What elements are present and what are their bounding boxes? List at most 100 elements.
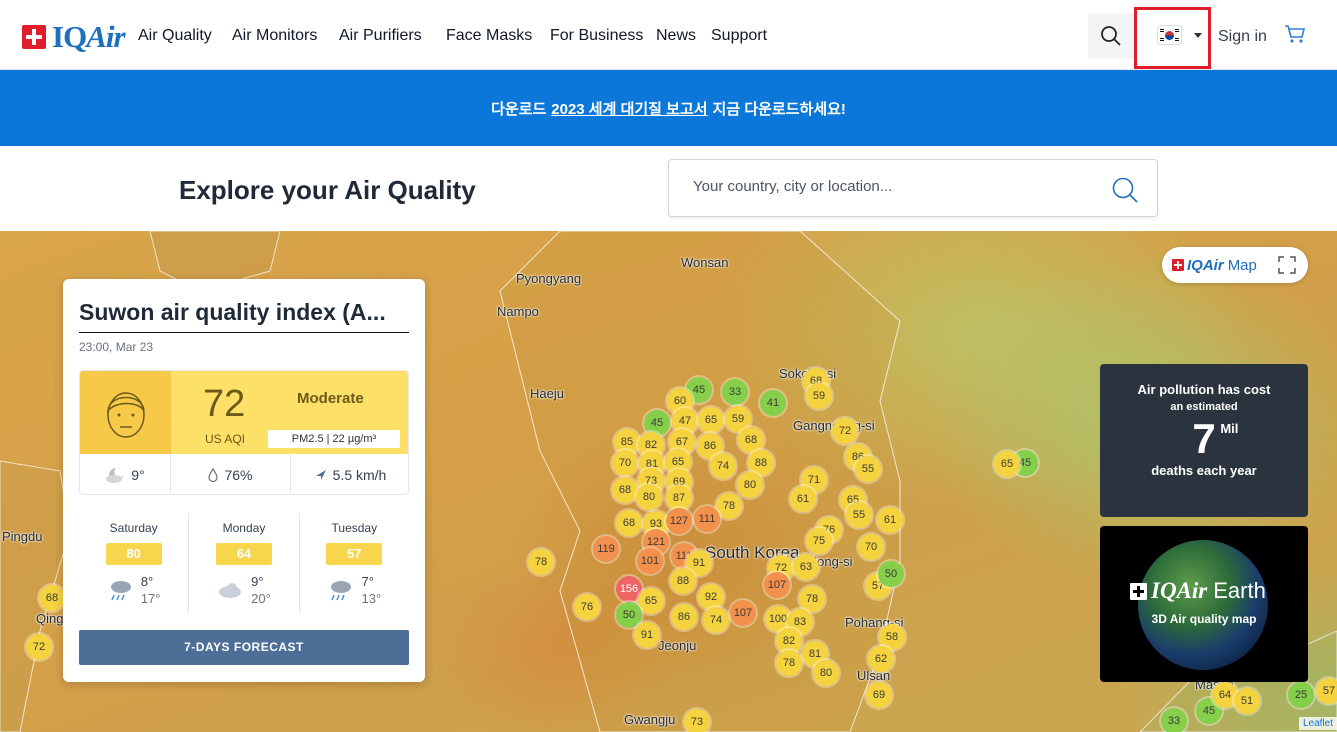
aqi-marker[interactable]: 127 [666,508,692,534]
aqi-marker[interactable]: 63 [793,554,819,580]
aqi-marker[interactable]: 91 [634,622,660,648]
nav-support[interactable]: Support [711,27,767,45]
location-search-box[interactable] [668,159,1158,217]
forecast-temp-high: 9° [251,574,264,589]
aqi-marker[interactable]: 80 [813,660,839,686]
nav-air-quality[interactable]: Air Quality [138,27,212,45]
aqi-marker[interactable]: 61 [877,507,903,533]
aqi-marker[interactable]: 78 [776,650,802,676]
location-search-input[interactable] [693,178,1093,195]
aqi-marker[interactable]: 68 [612,477,638,503]
aqi-marker[interactable]: 119 [593,536,619,562]
aqi-marker[interactable]: 65 [638,588,664,614]
banner-post-text: 지금 다운로드하세요! [712,100,846,118]
top-navbar: IQAir Air Quality Air Monitors Air Purif… [0,0,1337,70]
aqi-marker[interactable]: 92 [698,584,724,610]
aqi-marker[interactable]: 74 [710,453,736,479]
aqi-marker[interactable]: 50 [878,561,904,587]
aqi-marker[interactable]: 73 [684,709,710,732]
aqi-marker[interactable]: 72 [26,634,52,660]
forecast-aqi-badge: 80 [105,543,162,565]
banner-pre-text: 다운로드 [491,100,547,118]
map-label: Pyongyang [516,271,582,286]
wind-direction-icon [315,470,326,480]
fullscreen-icon[interactable] [1278,256,1296,274]
aqi-marker[interactable]: 72 [832,418,858,444]
search-button[interactable] [1088,13,1134,59]
aqi-marker[interactable]: 68 [39,585,65,611]
aqi-marker[interactable]: 107 [730,600,756,626]
rain-cloud-icon [110,581,131,601]
aqi-marker[interactable]: 78 [528,549,554,575]
aqi-marker[interactable]: 33 [1161,708,1187,732]
globe-image [1138,540,1268,670]
nav-air-purifiers[interactable]: Air Purifiers [339,27,422,45]
aqi-marker[interactable]: 107 [764,572,790,598]
banner-report-link[interactable]: 2023 세계 대기질 보고서 [551,98,707,119]
aqi-marker[interactable]: 68 [616,510,642,536]
city-aqi-card: Suwon air quality index (A... 23:00, Mar… [63,279,425,682]
aqi-marker[interactable]: 61 [790,486,816,512]
explore-title: Explore your Air Quality [179,175,476,205]
aqi-marker[interactable]: 78 [799,586,825,612]
aqi-marker[interactable]: 70 [612,450,638,476]
swiss-cross-icon [1130,582,1147,600]
aqi-marker[interactable]: 55 [846,502,872,528]
aqi-marker[interactable]: 111 [694,506,720,532]
aqi-marker[interactable]: 75 [806,528,832,554]
aqi-marker[interactable]: 88 [670,568,696,594]
aqi-marker[interactable]: 65 [698,407,724,433]
aqi-marker[interactable]: 33 [722,379,748,405]
forecast-aqi-badge: 64 [215,543,272,565]
forecast-temp-high: 8° [140,574,154,589]
aqi-marker[interactable]: 41 [760,390,786,416]
leaflet-attribution[interactable]: Leaflet [1298,717,1337,730]
nav-air-monitors[interactable]: Air Monitors [232,27,317,45]
aqi-marker[interactable]: 51 [1234,688,1260,714]
earth-label: Earth [1213,578,1266,603]
cost-line-1: Air pollution has cost [1137,382,1271,397]
map-badge-brand: IQAir [1187,256,1224,274]
aqi-marker[interactable]: 69 [866,682,892,708]
aqi-marker[interactable]: 86 [671,604,697,630]
aqi-marker[interactable]: 80 [737,472,763,498]
temperature-value: 9° [131,467,145,483]
chevron-down-icon[interactable] [1194,33,1202,38]
card-title[interactable]: Suwon air quality index (A... [79,299,409,333]
forecast-day: Monday 64 9° 20° [189,513,300,613]
iqair-map-badge[interactable]: IQAir Map [1162,247,1308,283]
air-quality-map[interactable]: Pyongyang Wonsan Nampo Haeju Sokcho-si G… [0,231,1337,732]
aqi-marker[interactable]: 70 [858,534,884,560]
iqair-earth-card[interactable]: IQAir Earth 3D Air quality map [1100,526,1308,682]
search-icon[interactable] [1111,176,1139,204]
sign-in-link[interactable]: Sign in [1218,28,1267,46]
aqi-marker[interactable]: 78 [716,493,742,519]
rain-cloud-icon [331,581,352,601]
moon-cloud-icon [106,468,124,483]
aqi-marker[interactable]: 59 [806,383,832,409]
iqair-logo[interactable]: IQAir [22,19,126,54]
cart-icon[interactable] [1284,24,1306,49]
aqi-marker[interactable]: 57 [1316,678,1337,704]
map-label: Wonsan [681,255,729,270]
nav-for-business[interactable]: For Business [550,27,643,45]
aqi-marker[interactable]: 62 [868,646,894,672]
aqi-marker[interactable]: 101 [637,548,663,574]
aqi-marker[interactable]: 55 [855,456,881,482]
cost-line-2: an estimated [1170,401,1238,413]
aqi-marker[interactable]: 74 [703,607,729,633]
aqi-marker[interactable]: 76 [574,594,600,620]
nav-face-masks[interactable]: Face Masks [446,27,532,45]
forecast-temp-high: 7° [361,574,374,589]
map-badge-label: Map [1227,256,1257,274]
aqi-marker[interactable]: 80 [636,484,662,510]
pollution-cost-card[interactable]: Air pollution has cost an estimated 7 Mil… [1100,364,1308,517]
weather-row: 9° 76% 5.5 km/h [80,454,408,494]
seven-day-forecast-button[interactable]: 7-DAYS FORECAST [79,630,409,665]
logo-text: IQAir [52,19,126,54]
aqi-marker[interactable]: 65 [994,451,1020,477]
card-timestamp: 23:00, Mar 23 [79,340,154,354]
humidity-value: 76% [224,467,253,483]
aqi-marker[interactable]: 25 [1288,682,1314,708]
nav-news[interactable]: News [656,27,696,45]
